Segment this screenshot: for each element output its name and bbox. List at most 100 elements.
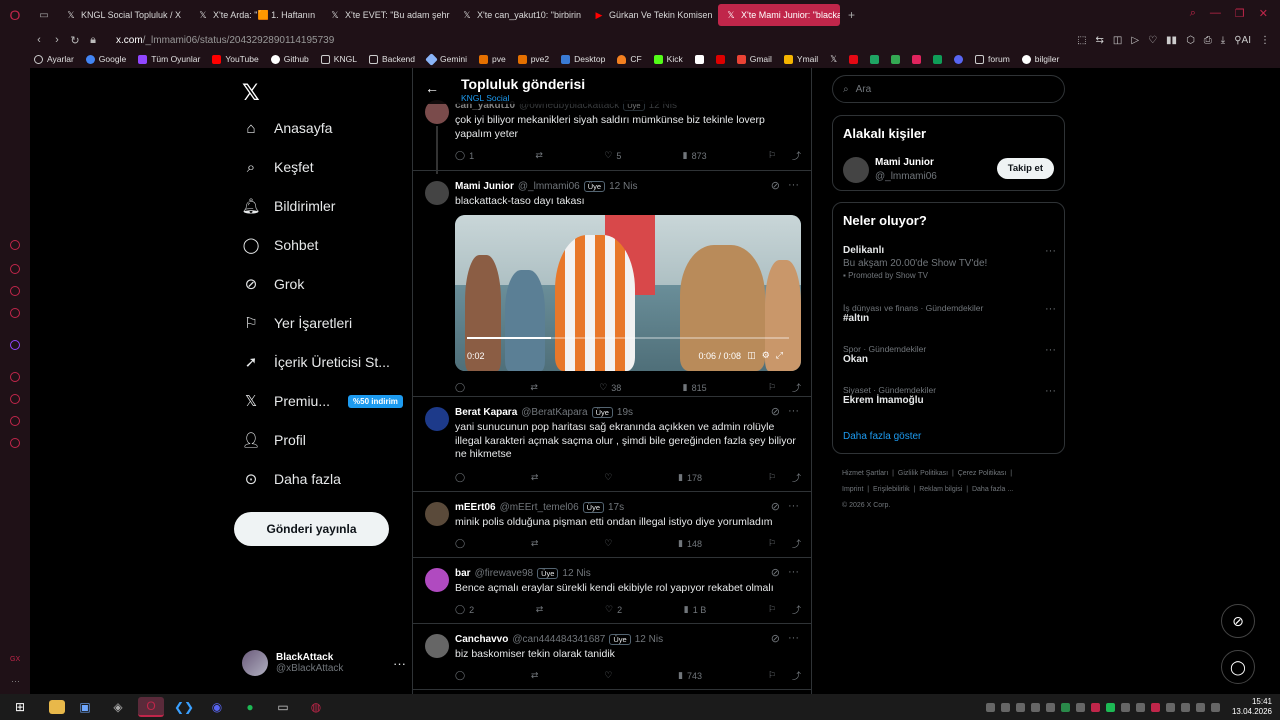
nav-chat[interactable]: ◯ Sohbet xyxy=(242,236,319,254)
tray-icon[interactable] xyxy=(1106,702,1115,712)
taskbar-clock[interactable]: 15:41 13.04.2026 xyxy=(1232,697,1272,717)
minimize-button[interactable]: — xyxy=(1210,7,1221,20)
trend-item[interactable]: Siyaset · Gündemdekiler Ekrem İmamoğlu ·… xyxy=(843,385,1056,406)
tweet[interactable]: Canchavvo @can444484341687 Üye 12 Nis ⊘ ·… xyxy=(413,624,811,690)
download-icon[interactable]: ⤓ xyxy=(1221,35,1225,46)
views-button[interactable]: ▮ 743 xyxy=(678,669,702,682)
bookmark-tweet-button[interactable]: ⚐ ⤴ xyxy=(768,471,801,484)
share-icon[interactable]: ⤴ xyxy=(792,603,801,616)
new-tab-button[interactable]: + xyxy=(848,8,855,22)
bookmark-tweet-button[interactable]: ⚐ ⤴ xyxy=(768,149,801,162)
whatsapp-icon[interactable] xyxy=(10,286,20,296)
nav-more[interactable]: ⊙ Daha fazla xyxy=(242,470,341,488)
maximize-button[interactable]: ❐ xyxy=(1235,7,1245,20)
bookmark-pve2[interactable]: pve2 xyxy=(517,54,549,64)
tweet-time[interactable]: 12 Nis xyxy=(609,181,637,192)
extensions-icon[interactable]: ⬡ xyxy=(1186,35,1195,46)
x-logo-icon[interactable]: 𝕏 xyxy=(242,80,260,106)
opera-gx-icon[interactable]: O xyxy=(138,697,164,717)
tray-icon[interactable] xyxy=(1031,702,1040,712)
player-icon[interactable] xyxy=(10,372,20,382)
share-icon[interactable]: ⤴ xyxy=(792,381,801,394)
forward-icon[interactable]: › xyxy=(48,34,66,46)
tweet[interactable]: Mami Junior @_lmmami06 Üye 12 Nis ⊘ ··· b… xyxy=(413,170,811,397)
bookmark-icon-2[interactable] xyxy=(715,54,725,64)
views-button[interactable]: ▮ 1 B xyxy=(684,603,706,616)
nav-bookmarks[interactable]: ⚐ Yer İşaretleri xyxy=(242,314,352,332)
tray-icon[interactable] xyxy=(1136,702,1145,712)
tweet-time[interactable]: 12 Nis xyxy=(635,634,663,645)
fullscreen-icon[interactable]: ⤢ xyxy=(776,350,789,360)
video-player[interactable]: 0:02 0:06 / 0:08 ◫⚙⤢ xyxy=(455,215,801,371)
grok-fab-button[interactable]: ⊘ xyxy=(1221,604,1255,638)
bookmark-h[interactable] xyxy=(912,54,922,64)
share-icon[interactable]: ⤴ xyxy=(792,471,801,484)
screenshot-icon[interactable]: ◫ xyxy=(1113,35,1122,46)
trend-item[interactable]: İş dünyası ve finans · Gündemdekiler #al… xyxy=(843,303,1056,324)
more-icon[interactable]: ··· xyxy=(1045,385,1056,397)
avatar[interactable] xyxy=(425,634,449,658)
snapshot-icon[interactable]: ⎙ xyxy=(1204,35,1212,46)
views-button[interactable]: ▮ 873 xyxy=(683,149,707,162)
bookmark-cf[interactable]: CF xyxy=(617,54,642,64)
trend-item[interactable]: Spor · Gündemdekiler Okan ··· xyxy=(843,344,1056,365)
reload-icon[interactable]: ↻ xyxy=(66,34,84,47)
views-button[interactable]: ▮ 148 xyxy=(678,537,702,550)
tray-icon[interactable] xyxy=(1046,702,1055,712)
like-button[interactable]: ♡ xyxy=(604,537,612,550)
translate-icon[interactable]: ⇆ xyxy=(1096,35,1104,46)
footer-link[interactable]: Reklam bilgisi xyxy=(919,486,962,493)
avatar[interactable] xyxy=(843,157,869,183)
wifi-icon[interactable] xyxy=(1196,702,1205,712)
show-more-link[interactable]: Daha fazla göster xyxy=(843,431,921,442)
tweet-time[interactable]: 19s xyxy=(617,407,633,418)
bookmark-desktop[interactable]: Desktop xyxy=(561,54,605,64)
more-icon[interactable]: ··· xyxy=(393,656,406,671)
gx-icon[interactable]: GX xyxy=(10,656,20,663)
like-button[interactable]: ♡ 2 xyxy=(605,603,622,616)
like-button[interactable]: ♡ xyxy=(604,669,612,682)
reply-button[interactable]: ◯ xyxy=(455,537,465,550)
bookmark-icon[interactable]: ⬚ xyxy=(1077,35,1086,46)
retweet-button[interactable]: ⇄ xyxy=(536,603,544,616)
tray-icon[interactable] xyxy=(1181,702,1190,712)
windows-start-icon[interactable]: ⊞ xyxy=(7,697,33,717)
app-icon[interactable]: ◍ xyxy=(303,697,329,717)
messenger-icon[interactable] xyxy=(10,264,20,274)
volume-icon[interactable] xyxy=(1211,702,1220,712)
more-icon[interactable]: ··· xyxy=(788,405,799,418)
post-button[interactable]: Gönderi yayınla xyxy=(234,512,389,546)
bookmark-kngl[interactable]: KNGL xyxy=(320,54,357,64)
tab-1[interactable]: 𝕏 X'te Arda: "🟧 1. Haftanın xyxy=(190,4,320,26)
history-icon[interactable] xyxy=(10,394,20,404)
chat-icon[interactable] xyxy=(10,416,20,426)
grok-icon[interactable]: ⊘ xyxy=(771,632,780,645)
tray-icon[interactable] xyxy=(1001,702,1010,712)
trend-item[interactable]: Delikanlı Bu akşam 20.00'de Show TV'de! … xyxy=(843,245,1056,280)
tweet-handle[interactable]: @_lmmami06 xyxy=(518,181,580,192)
grok-icon[interactable]: ⊘ xyxy=(771,405,780,418)
bookmark-youtube[interactable]: YouTube xyxy=(212,54,259,64)
discord-icon[interactable]: ◉ xyxy=(204,697,230,717)
related-name[interactable]: Mami Junior xyxy=(875,157,934,168)
stats-icon[interactable]: ▮▮ xyxy=(1166,35,1177,46)
twitch-icon[interactable] xyxy=(10,340,20,350)
related-handle[interactable]: @_lmmami06 xyxy=(875,171,937,182)
views-button[interactable]: ▮ 815 xyxy=(683,381,707,394)
bookmark-discord[interactable] xyxy=(954,54,964,64)
bookmark-tum-oyunlar[interactable]: Tüm Oyunlar xyxy=(138,54,200,64)
reply-button[interactable]: ◯ xyxy=(455,669,465,682)
footer-link[interactable]: Hizmet Şartları xyxy=(842,470,888,477)
nav-profile[interactable]: 👤︎ Profil xyxy=(241,431,305,449)
vscode-icon[interactable]: ❮❯ xyxy=(171,697,197,717)
tweet-author[interactable]: mEErt06 xyxy=(455,502,496,513)
tray-icon[interactable] xyxy=(1016,702,1025,712)
tray-icon[interactable] xyxy=(1061,702,1070,712)
bookmark-bilgiler[interactable]: bilgiler xyxy=(1021,54,1059,64)
more-icon[interactable]: ··· xyxy=(1045,245,1056,257)
retweet-button[interactable]: ⇄ xyxy=(531,669,539,682)
tweet[interactable]: bar @firewave98 Üye 12 Nis ⊘ ··· Bence aç… xyxy=(413,558,811,624)
tweet-handle[interactable]: @can444484341687 xyxy=(512,634,605,645)
app-icon[interactable]: ◈ xyxy=(105,697,131,717)
views-button[interactable]: ▮ 178 xyxy=(678,471,702,484)
